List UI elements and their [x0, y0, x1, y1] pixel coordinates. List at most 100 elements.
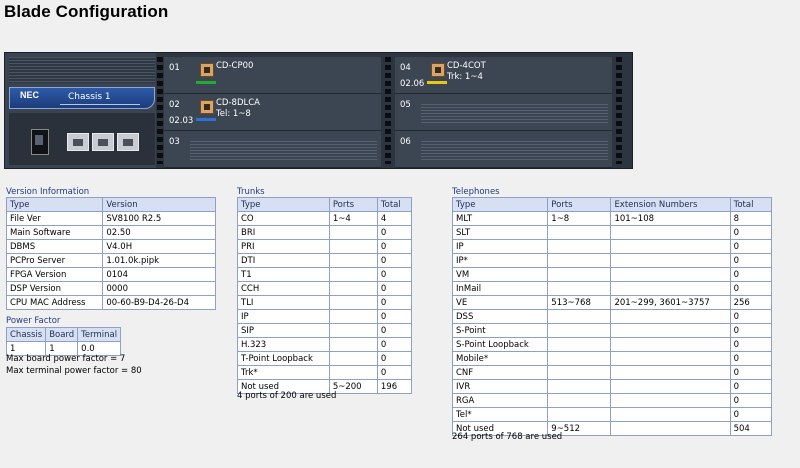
- table-cell: 0: [729, 309, 773, 324]
- table-cell: PRI: [237, 239, 330, 254]
- table-cell: BRI: [237, 225, 330, 240]
- telephones-section-title: Telephones: [452, 187, 500, 197]
- telephone-row: IP* 0: [451, 253, 773, 268]
- table-cell: [547, 337, 612, 352]
- table-cell: DBMS: [5, 239, 104, 254]
- table-cell: 4: [376, 211, 413, 226]
- table-cell: DSP Version: [5, 281, 104, 296]
- trunk-row: T1 0: [237, 267, 413, 282]
- vent-right: [616, 57, 622, 164]
- card-status-led: [196, 118, 216, 121]
- trunk-row: H.323 0: [237, 337, 413, 352]
- version-row: DBMS V4.0H: [5, 239, 216, 254]
- table-cell: [547, 393, 612, 408]
- telephone-row: VM 0: [451, 267, 773, 282]
- column-header: Type: [5, 197, 104, 212]
- table-cell: [328, 351, 378, 366]
- column-header: Type: [237, 197, 330, 212]
- table-cell: DTI: [237, 253, 330, 268]
- table-cell: [547, 267, 612, 282]
- column-header: Board: [45, 327, 79, 342]
- trunks-header-row: Type Ports Total: [237, 197, 413, 212]
- telephones-header-row: Type Ports Extension Numbers Total: [451, 197, 773, 212]
- table-cell: 00-60-B9-D4-26-D4: [102, 295, 216, 310]
- slot-01[interactable]: 01 CD-CP00: [164, 57, 381, 94]
- table-cell: 0000: [102, 281, 216, 296]
- trunk-row: Trk* 0: [237, 365, 413, 380]
- card-jack-icon: [200, 63, 214, 77]
- brand-logo: NEC: [20, 90, 40, 100]
- vent-middle: [385, 57, 391, 164]
- table-cell: 0: [729, 351, 773, 366]
- table-cell: 101~108: [610, 211, 731, 226]
- table-cell: H.323: [237, 337, 330, 352]
- table-cell: 0: [376, 267, 413, 282]
- trunks-table: Type Ports Total CO 1~4 4 BRI 0 PRI 0 DTI 0 T1 0 CCH 0 T…: [237, 197, 413, 394]
- table-cell: [610, 239, 731, 254]
- telephones-table: Type Ports Extension Numbers Total MLT 1~8 101…: [451, 197, 773, 436]
- trunk-row: CO 1~4 4: [237, 211, 413, 226]
- table-cell: SLT: [451, 225, 549, 240]
- table-cell: 0: [729, 337, 773, 352]
- table-cell: Trk*: [237, 365, 330, 380]
- table-cell: MLT: [451, 211, 549, 226]
- table-cell: VE: [451, 295, 549, 310]
- table-cell: Mobile*: [451, 351, 549, 366]
- table-cell: [610, 365, 731, 380]
- version-row: Main Software 02.50: [5, 225, 216, 240]
- table-cell: [547, 309, 612, 324]
- table-cell: IVR: [451, 379, 549, 394]
- table-cell: VM: [451, 267, 549, 282]
- table-cell: 0: [729, 365, 773, 380]
- card-detail: Tel: 1~8: [216, 109, 251, 119]
- table-cell: FPGA Version: [5, 267, 104, 282]
- slot-number: 04: [400, 63, 411, 73]
- slot-02[interactable]: 02 02.03 CD-8DLCA Tel: 1~8: [164, 94, 381, 131]
- trunk-row: BRI 0: [237, 225, 413, 240]
- table-cell: [547, 253, 612, 268]
- table-cell: [547, 351, 612, 366]
- trunk-row: IP 0: [237, 309, 413, 324]
- table-cell: 0: [729, 239, 773, 254]
- slot-sub-number: 02.03: [169, 116, 194, 126]
- slot-number: 03: [169, 137, 180, 147]
- table-cell: [328, 239, 378, 254]
- card-detail: Trk: 1~4: [447, 72, 483, 82]
- slot-sub-number: 02.06: [400, 79, 425, 89]
- table-cell: IP: [237, 309, 330, 324]
- chassis-label[interactable]: NEC Chassis 1: [9, 87, 155, 109]
- card-status-led: [196, 81, 216, 84]
- card-name: CD-4COT: [447, 61, 486, 71]
- table-cell: 0: [729, 393, 773, 408]
- card-name: CD-8DLCA: [216, 98, 260, 108]
- trunk-row: T-Point Loopback 0: [237, 351, 413, 366]
- table-cell: 513~768: [547, 295, 612, 310]
- telephones-summary: 264 ports of 768 are used: [452, 432, 563, 442]
- table-cell: 0: [376, 309, 413, 324]
- table-cell: 0: [376, 239, 413, 254]
- table-cell: [610, 421, 731, 436]
- table-cell: 0: [376, 323, 413, 338]
- slot-06[interactable]: 06: [395, 131, 612, 168]
- table-cell: [328, 295, 378, 310]
- power-section-title: Power Factor: [6, 316, 61, 326]
- telephone-row: InMail 0: [451, 281, 773, 296]
- chassis-label-underline: [60, 104, 140, 105]
- trunk-row: CCH 0: [237, 281, 413, 296]
- slot-05[interactable]: 05: [395, 94, 612, 131]
- power-header-row: Chassis Board Terminal: [5, 327, 122, 342]
- telephone-row: DSS 0: [451, 309, 773, 324]
- table-cell: S-Point: [451, 323, 549, 338]
- column-header: Extension Numbers: [610, 197, 731, 212]
- chassis-front: NEC Chassis 1: [5, 53, 156, 168]
- table-cell: IP*: [451, 253, 549, 268]
- table-cell: 0: [729, 267, 773, 282]
- table-cell: [610, 253, 731, 268]
- telephone-row: RGA 0: [451, 393, 773, 408]
- table-cell: 0: [729, 407, 773, 422]
- table-cell: Main Software: [5, 225, 104, 240]
- telephone-row: Mobile* 0: [451, 351, 773, 366]
- card-name: CD-CP00: [216, 61, 254, 71]
- slot-03[interactable]: 03: [164, 131, 381, 168]
- slot-04[interactable]: 04 02.06 CD-4COT Trk: 1~4: [395, 57, 612, 94]
